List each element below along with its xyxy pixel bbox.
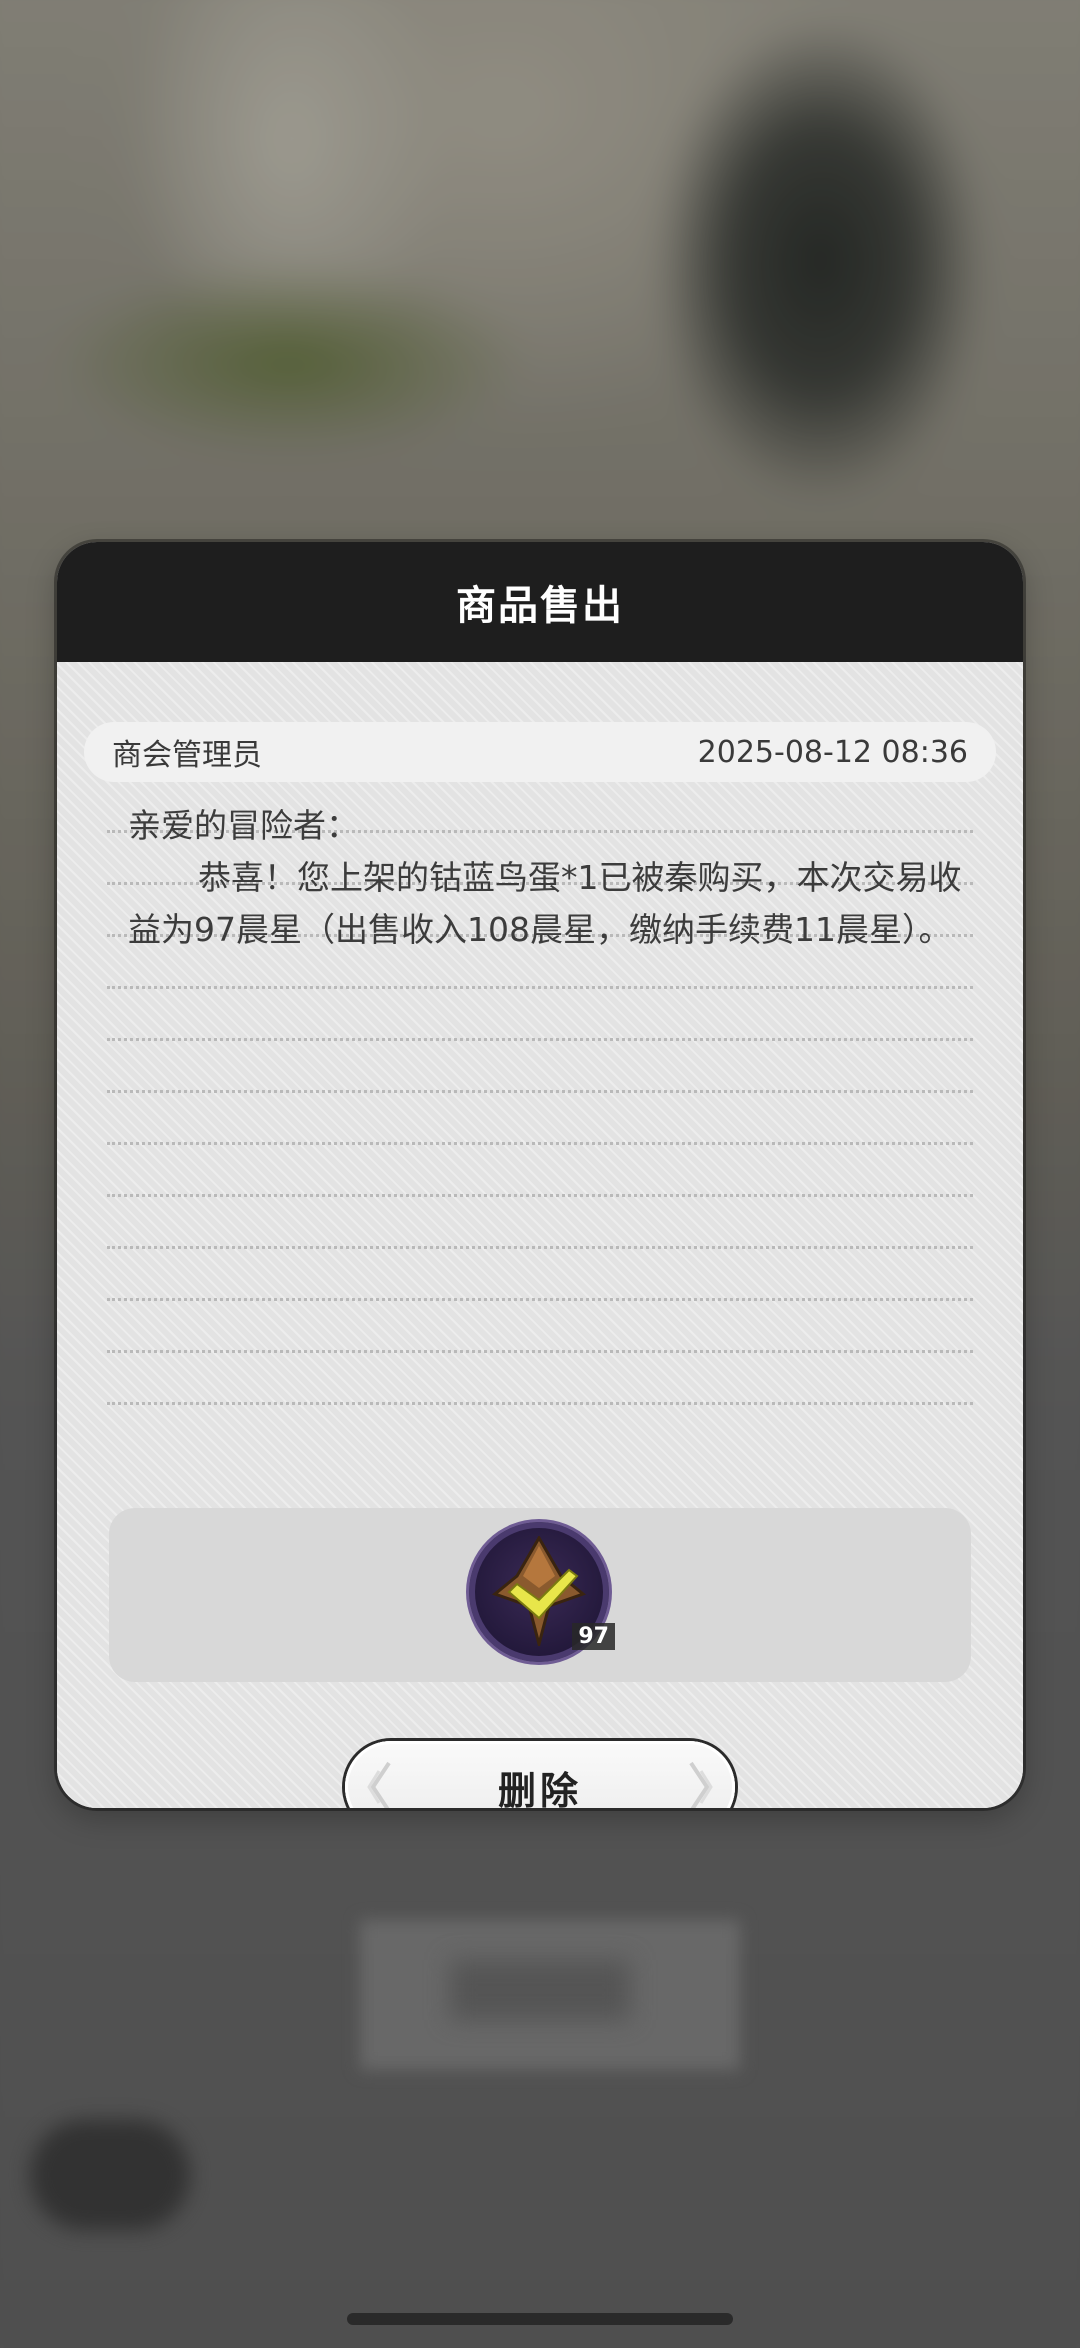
ruled-line — [107, 1246, 973, 1249]
ruled-line — [107, 1194, 973, 1197]
ruled-line — [107, 1142, 973, 1145]
mail-dialog: 商品售出 商会管理员 2025-08-12 08:36 亲爱的冒险者： 恭喜！您… — [57, 542, 1023, 1808]
background-text — [450, 1960, 630, 2020]
sender-bar: 商会管理员 2025-08-12 08:36 — [84, 722, 996, 782]
reward-item[interactable]: 97 — [469, 1522, 615, 1662]
ruled-line — [107, 1090, 973, 1093]
home-indicator[interactable] — [347, 2313, 733, 2325]
dialog-body: 商会管理员 2025-08-12 08:36 亲爱的冒险者： 恭喜！您上架的钴蓝… — [57, 662, 1023, 1808]
delete-button[interactable]: 删除 — [345, 1741, 735, 1808]
ruled-line — [107, 1350, 973, 1353]
reward-count: 97 — [572, 1623, 615, 1650]
ruled-line — [107, 986, 973, 989]
ruled-line — [107, 1298, 973, 1301]
ruled-line — [107, 1038, 973, 1041]
dialog-header: 商品售出 — [57, 542, 1023, 662]
letter-text: 亲爱的冒险者： 恭喜！您上架的钴蓝鸟蛋*1已被秦购买，本次交易收益为97晨星（出… — [128, 800, 972, 956]
letter-body: 恭喜！您上架的钴蓝鸟蛋*1已被秦购买，本次交易收益为97晨星（出售收入108晨星… — [128, 858, 962, 949]
delete-button-label: 删除 — [497, 1768, 582, 1809]
sender-name: 商会管理员 — [112, 738, 262, 773]
ruled-line — [107, 1402, 973, 1405]
letter-greeting: 亲爱的冒险者： — [128, 806, 359, 845]
letter-content: 亲爱的冒险者： 恭喜！您上架的钴蓝鸟蛋*1已被秦购买，本次交易收益为97晨星（出… — [107, 790, 973, 1405]
dialog-title: 商品售出 — [456, 583, 624, 629]
mail-timestamp: 2025-08-12 08:36 — [697, 734, 968, 770]
decorative-chevron-icon — [689, 1761, 713, 1808]
decorative-chevron-icon — [367, 1761, 391, 1808]
reward-box: 97 — [109, 1508, 971, 1682]
background-button — [30, 2120, 190, 2230]
